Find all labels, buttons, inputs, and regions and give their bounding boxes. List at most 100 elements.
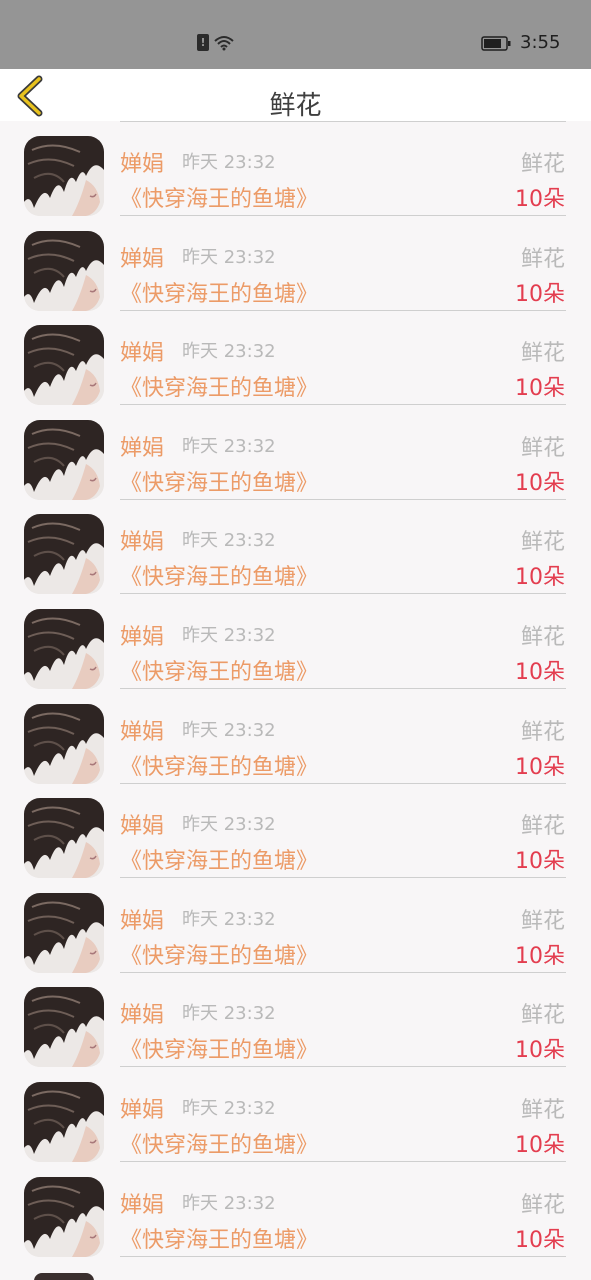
user-name: 婵娟 [120,1098,165,1123]
book-title[interactable]: 《快穿海王的鱼塘》 [120,654,318,686]
list-item[interactable]: 婵娟 昨天 23:32 鲜花 《快穿海王的鱼塘》 10朵 [0,499,591,595]
avatar[interactable] [24,1176,104,1257]
list-item[interactable]: 婵娟 昨天 23:32 鲜花 《快穿海王的鱼塘》 10朵 [0,216,591,311]
avatar[interactable] [24,987,104,1068]
book-title[interactable]: 《快穿海王的鱼塘》 [120,1032,318,1064]
gift-count: 10朵 [515,470,565,496]
avatar[interactable] [24,514,104,595]
gift-type-label: 鲜花 [520,1003,565,1029]
timestamp: 昨天 23:32 [182,625,276,646]
avatar[interactable] [24,798,104,879]
gift-type-label: 鲜花 [520,530,565,556]
gift-count: 10朵 [515,281,565,307]
avatar[interactable] [24,1082,104,1162]
gift-count: 10朵 [515,754,565,780]
book-title[interactable]: 《快穿海王的鱼塘》 [120,749,318,781]
book-title[interactable]: 《快穿海王的鱼塘》 [120,465,318,497]
book-title[interactable]: 《快穿海王的鱼塘》 [120,1222,318,1254]
user-name: 婵娟 [120,530,165,556]
gift-count: 10朵 [515,1133,565,1158]
user-name: 婵娟 [120,908,165,934]
avatar[interactable] [24,325,104,406]
list-item[interactable]: 婵娟 昨天 23:32 鲜花 《快穿海王的鱼塘》 10朵 [0,972,591,1068]
timestamp: 昨天 23:32 [182,1003,276,1025]
avatar[interactable] [24,136,104,216]
list-item[interactable]: 婵娟 昨天 23:32 鲜花 《快穿海王的鱼塘》 10朵 [0,1067,591,1162]
timestamp: 昨天 23:32 [182,1098,276,1119]
list-item[interactable]: 婵娟 昨天 23:32 鲜花 《快穿海王的鱼塘》 10朵 [0,689,591,784]
gift-record-list[interactable]: 婵娟 昨天 23:32 鲜花 《快穿海王的鱼塘》 10朵 婵娟 昨天 23:32… [0,121,591,1280]
avatar[interactable] [24,609,104,689]
avatar-photo [24,230,104,311]
gift-count: 10朵 [515,187,565,212]
gift-type-label: 鲜花 [520,435,565,461]
timestamp: 昨天 23:32 [182,435,276,457]
sim-alert-icon: ! [197,34,209,51]
avatar-photo [24,136,104,216]
gift-type-label: 鲜花 [520,908,565,934]
list-item[interactable]: 婵娟 昨天 23:32 鲜花 《快穿海王的鱼塘》 10朵 [0,121,591,216]
user-name: 婵娟 [120,1192,165,1218]
user-name: 婵娟 [120,1003,165,1029]
timestamp: 昨天 23:32 [182,719,276,741]
user-name: 婵娟 [120,152,165,177]
list-item[interactable]: 婵娟 昨天 23:32 鲜花 《快穿海王的鱼塘》 10朵 [0,1162,591,1257]
avatar[interactable] [24,419,104,500]
timestamp: 昨天 23:32 [182,1192,276,1214]
avatar[interactable] [24,703,104,784]
gift-type-label: 鲜花 [520,814,565,840]
user-name: 婵娟 [120,625,165,650]
status-time: 3:55 [520,32,561,53]
wifi-icon [214,36,234,51]
gift-count: 10朵 [515,1038,565,1064]
gift-count: 10朵 [515,943,565,969]
gift-count: 10朵 [515,376,565,402]
page-title: 鲜花 [269,91,322,121]
list-item[interactable]: 婵娟 昨天 23:32 鲜花 《快穿海王的鱼塘》 10朵 [0,594,591,689]
avatar-photo [24,419,104,500]
avatar-photo [24,514,104,595]
list-item[interactable]: 婵娟 昨天 23:32 鲜花 《快穿海王的鱼塘》 10朵 [0,878,591,973]
gift-type-label: 鲜花 [520,341,565,367]
timestamp: 昨天 23:32 [182,908,276,930]
gift-count: 10朵 [515,849,565,875]
gift-type-label: 鲜花 [520,625,565,650]
timestamp: 昨天 23:32 [182,246,276,268]
gift-count: 10朵 [515,565,565,591]
book-title[interactable]: 《快穿海王的鱼塘》 [120,181,318,213]
book-title[interactable]: 《快穿海王的鱼塘》 [120,1127,318,1159]
status-icons: ! [197,34,235,51]
gift-type-label: 鲜花 [520,246,565,272]
battery-icon [481,36,511,51]
partial-avatar [34,1273,94,1280]
user-name: 婵娟 [120,719,165,745]
avatar-photo [24,325,104,406]
list-item[interactable]: 婵娟 昨天 23:32 鲜花 《快穿海王的鱼塘》 10朵 [0,405,591,500]
avatar-photo [24,987,104,1068]
avatar-photo [24,703,104,784]
avatar-photo [24,1176,104,1257]
user-name: 婵娟 [120,814,165,840]
status-bar: ! 3:55 [0,0,591,69]
gift-type-label: 鲜花 [520,152,565,177]
avatar-photo [24,609,104,689]
gift-count: 10朵 [515,660,565,685]
avatar-photo [24,798,104,879]
list-item[interactable]: 婵娟 昨天 23:32 鲜花 《快穿海王的鱼塘》 10朵 [0,783,591,879]
book-title[interactable]: 《快穿海王的鱼塘》 [120,843,318,875]
book-title[interactable]: 《快穿海王的鱼塘》 [120,370,318,402]
book-title[interactable]: 《快穿海王的鱼塘》 [120,938,318,970]
user-name: 婵娟 [120,341,165,367]
book-title[interactable]: 《快穿海王的鱼塘》 [120,559,318,591]
timestamp: 昨天 23:32 [182,530,276,552]
avatar[interactable] [24,230,104,311]
avatar[interactable] [24,892,104,973]
gift-type-label: 鲜花 [520,719,565,745]
list-item[interactable]: 婵娟 昨天 23:32 鲜花 《快穿海王的鱼塘》 10朵 [0,310,591,406]
avatar-photo [24,1082,104,1162]
user-name: 婵娟 [120,246,165,272]
book-title[interactable]: 《快穿海王的鱼塘》 [120,276,318,308]
gift-count: 10朵 [515,1227,565,1253]
header: 鲜花 [0,69,591,121]
row-divider [120,1255,566,1257]
